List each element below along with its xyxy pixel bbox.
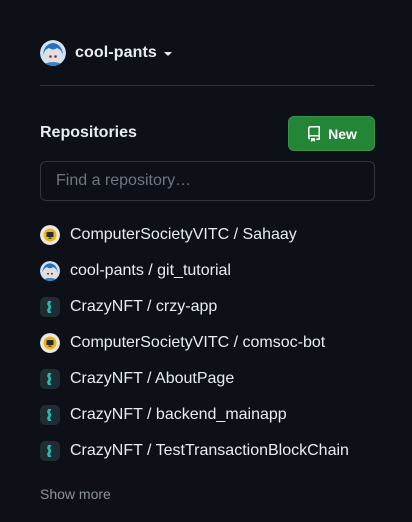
repository-link[interactable]: ComputerSocietyVITC / comsoc-bot <box>70 334 325 352</box>
crazynft-logo-icon <box>40 405 60 425</box>
repository-link[interactable]: CrazyNFT / AboutPage <box>70 370 234 388</box>
account-switcher[interactable]: cool-pants <box>40 39 172 67</box>
computer-society-logo-icon <box>40 225 60 245</box>
repository-item[interactable]: CrazyNFT / AboutPage <box>40 361 380 397</box>
repository-link[interactable]: cool-pants / git_tutorial <box>70 262 231 280</box>
repository-item[interactable]: CrazyNFT / backend_mainapp <box>40 397 380 433</box>
repository-link[interactable]: CrazyNFT / crzy-app <box>70 298 217 316</box>
new-button-label: New <box>328 125 357 142</box>
caret-down-icon <box>163 52 172 56</box>
crazynft-logo-icon <box>40 441 60 461</box>
crazynft-logo-icon <box>40 369 60 389</box>
repository-link[interactable]: CrazyNFT / TestTransactionBlockChain <box>70 442 349 460</box>
repository-list: ComputerSocietyVITC / Sahaay cool-pants … <box>40 217 380 469</box>
show-more-link[interactable]: Show more <box>40 486 111 502</box>
crazynft-logo-icon <box>40 297 60 317</box>
repo-icon <box>306 125 322 142</box>
repository-item[interactable]: ComputerSocietyVITC / Sahaay <box>40 217 380 253</box>
computer-society-logo-icon <box>40 333 60 353</box>
anime-avatar-icon <box>40 40 66 66</box>
repositories-heading: Repositories <box>40 124 137 141</box>
repository-link[interactable]: CrazyNFT / backend_mainapp <box>70 406 287 424</box>
divider <box>40 85 375 86</box>
repository-item[interactable]: cool-pants / git_tutorial <box>40 253 380 289</box>
anime-avatar-icon <box>40 261 60 281</box>
find-repository-input[interactable] <box>40 161 375 201</box>
repository-item[interactable]: CrazyNFT / crzy-app <box>40 289 380 325</box>
repository-link[interactable]: ComputerSocietyVITC / Sahaay <box>70 226 297 244</box>
repository-item[interactable]: CrazyNFT / TestTransactionBlockChain <box>40 433 380 469</box>
account-username: cool-pants <box>75 44 157 61</box>
new-repository-button[interactable]: New <box>288 116 375 151</box>
dashboard-sidebar: cool-pants Repositories New ComputerSoci… <box>0 0 412 522</box>
repository-item[interactable]: ComputerSocietyVITC / comsoc-bot <box>40 325 380 361</box>
